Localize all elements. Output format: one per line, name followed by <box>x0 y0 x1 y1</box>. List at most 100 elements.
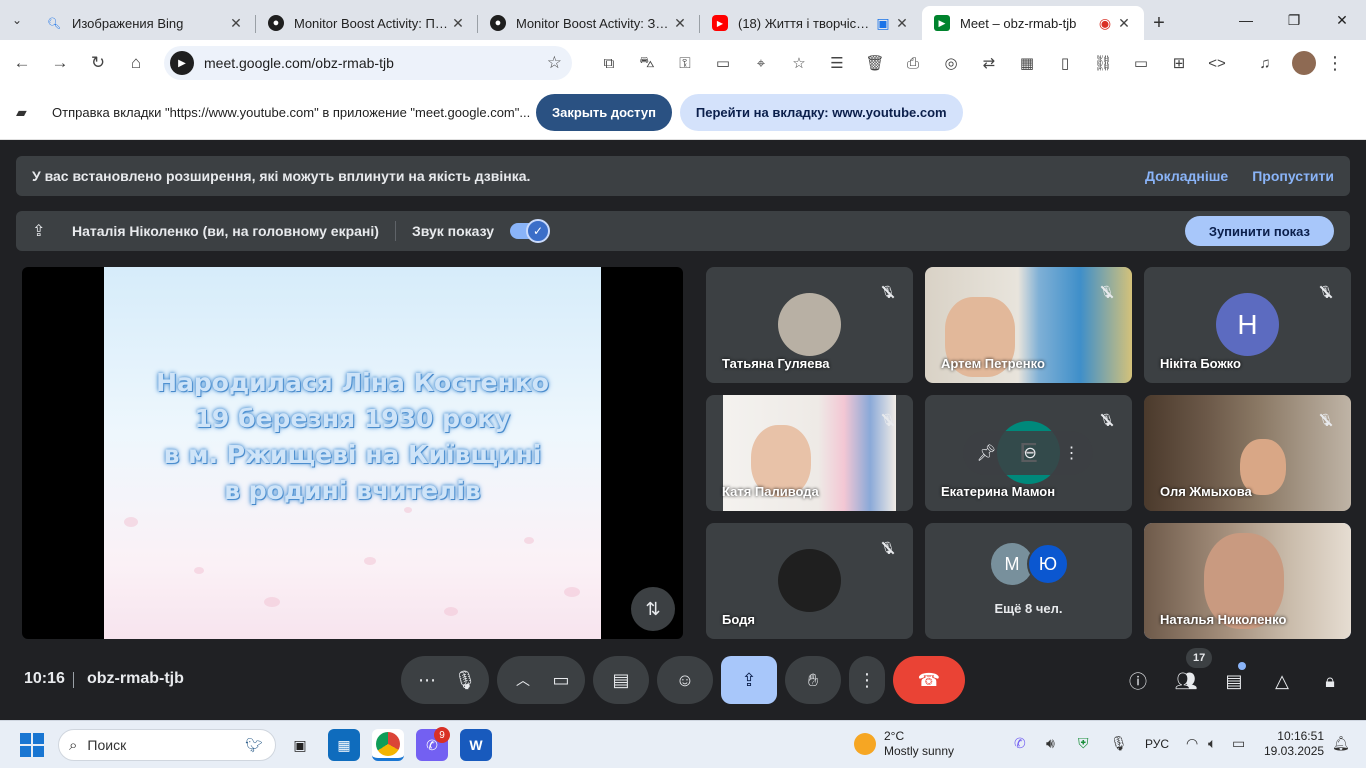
minimize-button[interactable]: — <box>1222 0 1270 40</box>
puzzle-icon[interactable]: ⧉ <box>590 55 628 72</box>
more-options-button[interactable]: ⋮ <box>849 656 885 704</box>
weather-widget[interactable]: 2°C Mostly sunny <box>854 729 954 759</box>
volume-tray-icon[interactable]: 🔊︎ <box>1046 735 1055 752</box>
raise-hand-button[interactable]: ✋︎ <box>785 656 841 704</box>
mic-button[interactable]: 🎙︎ <box>441 656 489 704</box>
back-button[interactable]: ← <box>4 45 40 81</box>
pin-icon[interactable]: 📌︎ <box>976 443 996 463</box>
participant-tile[interactable]: Н 🎙︎ Нікіта Божко <box>1144 267 1351 383</box>
host-controls-button[interactable]: 🔒︎ <box>1315 666 1345 696</box>
reactions-button[interactable]: ☺ <box>657 656 713 704</box>
tab-bing[interactable]: 🔍︎ Изображения Bing ✕ <box>34 6 256 40</box>
close-icon[interactable]: ✕ <box>228 15 244 32</box>
stop-sharing-button[interactable]: Закрыть доступ <box>536 94 672 131</box>
tab-label: (18) Життя і творчість К <box>738 15 872 31</box>
new-tab-button[interactable]: + <box>1144 6 1174 40</box>
close-icon[interactable]: ✕ <box>672 15 688 32</box>
location-icon[interactable]: ⌖ <box>742 55 780 72</box>
reading-list-icon[interactable]: ☰ <box>818 54 856 72</box>
link-icon[interactable]: ⛓ <box>1084 54 1122 72</box>
participant-tile[interactable]: 🎙︎ Катя Паливода <box>706 395 913 511</box>
taskbar-clock[interactable]: 10:16:51 19.03.2025 <box>1264 729 1324 759</box>
swap-view-button[interactable]: ⇅ <box>631 587 675 631</box>
close-icon[interactable]: ✕ <box>450 15 466 32</box>
address-bar[interactable]: ▶ meet.google.com/obz-rmab-tjb ☆ <box>164 46 572 80</box>
chrome-icon[interactable] <box>372 729 404 761</box>
code-icon[interactable]: <> <box>1198 55 1236 72</box>
stop-presenting-button[interactable]: Зупинити показ <box>1184 216 1334 246</box>
browser-menu-icon[interactable]: ⋮ <box>1320 53 1350 74</box>
skip-link[interactable]: Пропустити <box>1252 168 1334 184</box>
learn-more-link[interactable]: Докладніше <box>1145 168 1228 184</box>
maximize-button[interactable]: ❐ <box>1270 0 1318 40</box>
participant-tile[interactable]: 🎙︎ Татьяна Гуляева <box>706 267 913 383</box>
url-text[interactable]: meet.google.com/obz-rmab-tjb <box>204 55 547 71</box>
tab-meet[interactable]: ▶ Meet – obz-rmab-tjb ◉ ✕ <box>922 6 1144 40</box>
weather-temp: 2°C <box>884 729 905 743</box>
card-icon[interactable]: ▭ <box>704 54 742 72</box>
activities-button[interactable]: △ <box>1267 666 1297 696</box>
translate-icon[interactable]: ⇄ <box>970 54 1008 72</box>
participant-tile[interactable]: 🎙︎ Оля Жмыхова <box>1144 395 1351 511</box>
site-info-icon[interactable]: ▶ <box>170 51 194 75</box>
chevron-up-icon: ︿ <box>516 672 530 688</box>
microphone-tray-icon[interactable]: 🎙︎ <box>1110 735 1128 752</box>
close-icon[interactable]: ✕ <box>1116 15 1132 32</box>
tab-github-1[interactable]: ● Monitor Boost Activity: Прав ✕ <box>256 6 478 40</box>
start-button[interactable] <box>20 733 44 757</box>
close-window-button[interactable]: ✕ <box>1318 0 1366 40</box>
wifi-icon[interactable]: ◠ <box>1186 735 1198 752</box>
cast-icon[interactable]: ▭ <box>1122 54 1160 72</box>
battery-icon[interactable]: ▭ <box>1232 735 1245 752</box>
reload-button[interactable]: ↻ <box>80 45 116 81</box>
speaker-icon[interactable]: 🔈︎ <box>1208 735 1216 752</box>
others-tile[interactable]: М Ю Ещё 8 чел. <box>925 523 1132 639</box>
security-tray-icon[interactable]: ⛨ <box>1078 735 1089 752</box>
close-icon[interactable]: ✕ <box>894 15 910 32</box>
bookmark-star-icon[interactable]: ☆ <box>547 53 562 73</box>
lens-icon[interactable]: ◎ <box>932 54 970 72</box>
reader-mode-icon[interactable]: ▯ <box>1046 54 1084 72</box>
participant-tile[interactable]: 🎙︎ Бодя <box>706 523 913 639</box>
print-icon[interactable]: ⎙ <box>894 55 932 72</box>
tab-youtube[interactable]: ▶ (18) Життя і творчість К ▣ ✕ <box>700 6 922 40</box>
table-icon[interactable]: ⊞ <box>1160 54 1198 72</box>
chat-button[interactable]: ▤ <box>1219 666 1249 696</box>
participant-tile-self[interactable]: Наталья Николенко <box>1144 523 1351 639</box>
screen-share-icon: ▣ <box>876 14 890 31</box>
participant-tile[interactable]: Е 📌︎ ⊖ ⋮ 🎙︎ Екатерина Мамон <box>925 395 1132 511</box>
divider <box>73 672 74 688</box>
qr-code-icon[interactable]: ▦ <box>1008 54 1046 72</box>
viber-tray-icon[interactable]: ✆ <box>1014 735 1026 752</box>
media-control-icon[interactable]: ♫ <box>1246 55 1284 72</box>
switch-tab-button[interactable]: Перейти на вкладку: www.youtube.com <box>679 94 963 131</box>
info-icon: ⓘ <box>1129 672 1147 692</box>
word-icon[interactable]: W <box>460 729 492 761</box>
home-button[interactable]: ⌂ <box>118 45 154 81</box>
present-audio-toggle[interactable]: ✓ <box>510 219 551 243</box>
participant-tile[interactable]: 🎙︎ Артем Петренко <box>925 267 1132 383</box>
people-button[interactable]: 👥︎ <box>1171 666 1201 696</box>
trash-icon[interactable]: 🗑︎ <box>856 54 894 72</box>
taskbar-search[interactable]: ⌕ Поиск 🐦︎ <box>58 729 276 761</box>
tab-search-button[interactable]: ⌄ <box>0 0 34 40</box>
captions-button[interactable]: ▤ <box>593 656 649 704</box>
input-language[interactable]: РУС <box>1145 737 1169 751</box>
profile-avatar[interactable] <box>1292 51 1316 75</box>
present-button[interactable]: ⇪ <box>721 656 777 704</box>
star-icon[interactable]: ☆ <box>780 54 818 72</box>
key-icon[interactable]: ⚿ <box>666 55 704 72</box>
remove-icon[interactable]: ⊖ <box>1023 443 1036 463</box>
forward-button[interactable]: → <box>42 45 78 81</box>
leave-call-button[interactable]: ☎ <box>893 656 965 704</box>
tab-github-2[interactable]: ● Monitor Boost Activity: Заст ✕ <box>478 6 700 40</box>
notifications-bell-icon[interactable]: 🔔︎ <box>1332 735 1350 752</box>
task-view-icon[interactable]: ▣ <box>284 729 316 761</box>
meeting-info-button[interactable]: ⓘ <box>1123 666 1153 696</box>
present-screen-icon: ⇪ <box>32 223 46 240</box>
camera-button[interactable]: ▭ <box>537 656 585 704</box>
participant-name: Татьяна Гуляева <box>722 356 830 371</box>
microsoft-store-icon[interactable]: ▦ <box>328 729 360 761</box>
car-icon[interactable]: ⛍ <box>628 54 666 73</box>
more-options-icon[interactable]: ⋮ <box>1064 443 1080 463</box>
